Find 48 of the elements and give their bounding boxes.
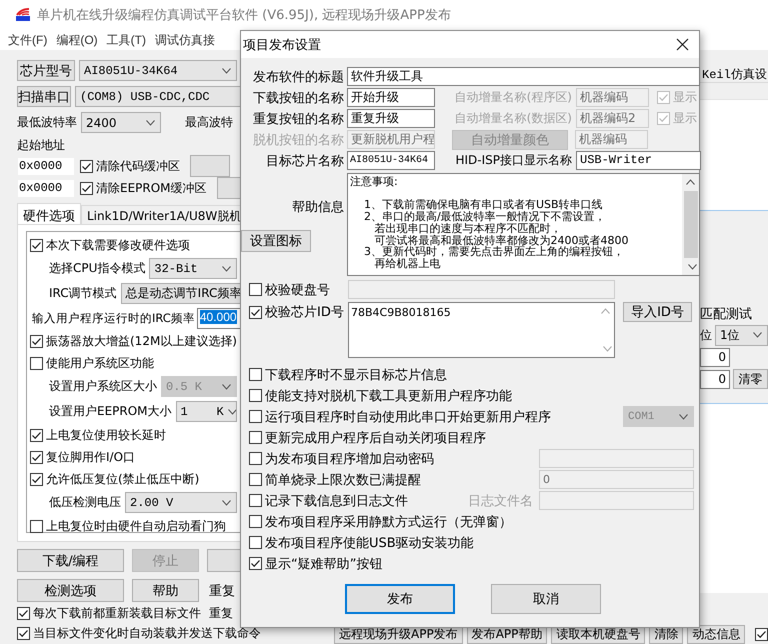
checkbox-label: 校验硬盘号 [265,282,330,298]
checkbox-label: 为发布项目程序增加启动密码 [265,450,434,468]
label: 低压检测电压 [49,494,121,511]
label: 重复 [209,582,235,600]
dialog-title: 项目发布设置 [243,36,321,54]
label: 重复按钮的名称 [252,110,344,128]
checkbox-label: 显示 [673,89,697,106]
label: 选择CPU指令模式 [49,260,146,277]
checkbox-label: 校验芯片ID号 [265,304,344,321]
label: 发布软件的标题 [252,68,344,86]
checkbox-label: 发布项目程序使能USB驱动安装功能 [265,534,474,552]
checkbox-label: 清除代码缓冲区 [96,158,180,174]
label: 帮助信息 [291,198,344,216]
checkbox-label: 允许低压复位(禁止低压中断) [46,470,200,488]
checkbox-label: 下载程序时不显示目标芯片信息 [265,366,447,384]
label: 自动增量名称(程序区) [454,89,572,106]
window-title: 单片机在线升级编程仿真调试平台软件 (V6.95J), 远程现场升级APP发布 [37,7,451,24]
checkbox-label: 记录下载信息到日志文件 [265,492,408,510]
checkbox-label: 每次下载前都重新装载目标文件 [33,605,201,622]
checkbox-label: 使能用户系统区功能 [46,354,154,372]
label: 自动增量名称(数据区) [454,110,572,127]
checkbox-label: 显示“疑难帮助”按钮 [265,556,382,572]
label: 重复 [209,605,233,622]
checkbox-label: 本次下载需要修改硬件选项 [46,236,190,254]
label: 位 [700,326,712,344]
label: 匹配测试 [700,306,753,323]
checkbox-label: 更新完成用户程序后自动关闭项目程序 [265,430,486,446]
checkbox-label: 发布项目程序采用静默方式运行（无弹窗） [265,514,512,530]
label: IRC调节模式 [49,285,117,302]
checkbox-label: 振荡器放大增益(12M以上建议选择) [46,332,237,350]
label: 输入用户程序运行时的IRC频率 [32,310,195,326]
checkbox-label: 使能支持对脱机下载工具更新用户程序功能 [265,388,512,404]
checkbox-label: 上电复位时由硬件自动启动看门狗 [46,518,226,534]
checkbox-label: 运行项目程序时自动使用此串口开始更新用户程序 [265,408,551,426]
label: 目标芯片名称 [265,152,344,170]
label: 脱机按钮的名称 [252,132,344,148]
label: 设置用户系统区大小 [49,378,157,395]
label: HID-ISP接口显示名称 [454,152,572,169]
checkbox-label: 清除EEPROM缓冲区 [96,180,207,196]
checkbox-label: 复位脚用作I/O口 [46,448,136,466]
label: 起始地址 [17,137,66,154]
label: 最低波特率 [17,114,77,131]
checkbox-label: 上电复位使用较长延时 [46,426,166,444]
checkbox-label: 显示 [673,110,697,127]
label: 设置用户EEPROM大小 [49,403,172,420]
label: 日志文件名 [468,492,533,510]
label: 最高波特 [185,114,233,131]
checkbox-label: 简单烧录上限次数已满提醒 [265,472,421,488]
